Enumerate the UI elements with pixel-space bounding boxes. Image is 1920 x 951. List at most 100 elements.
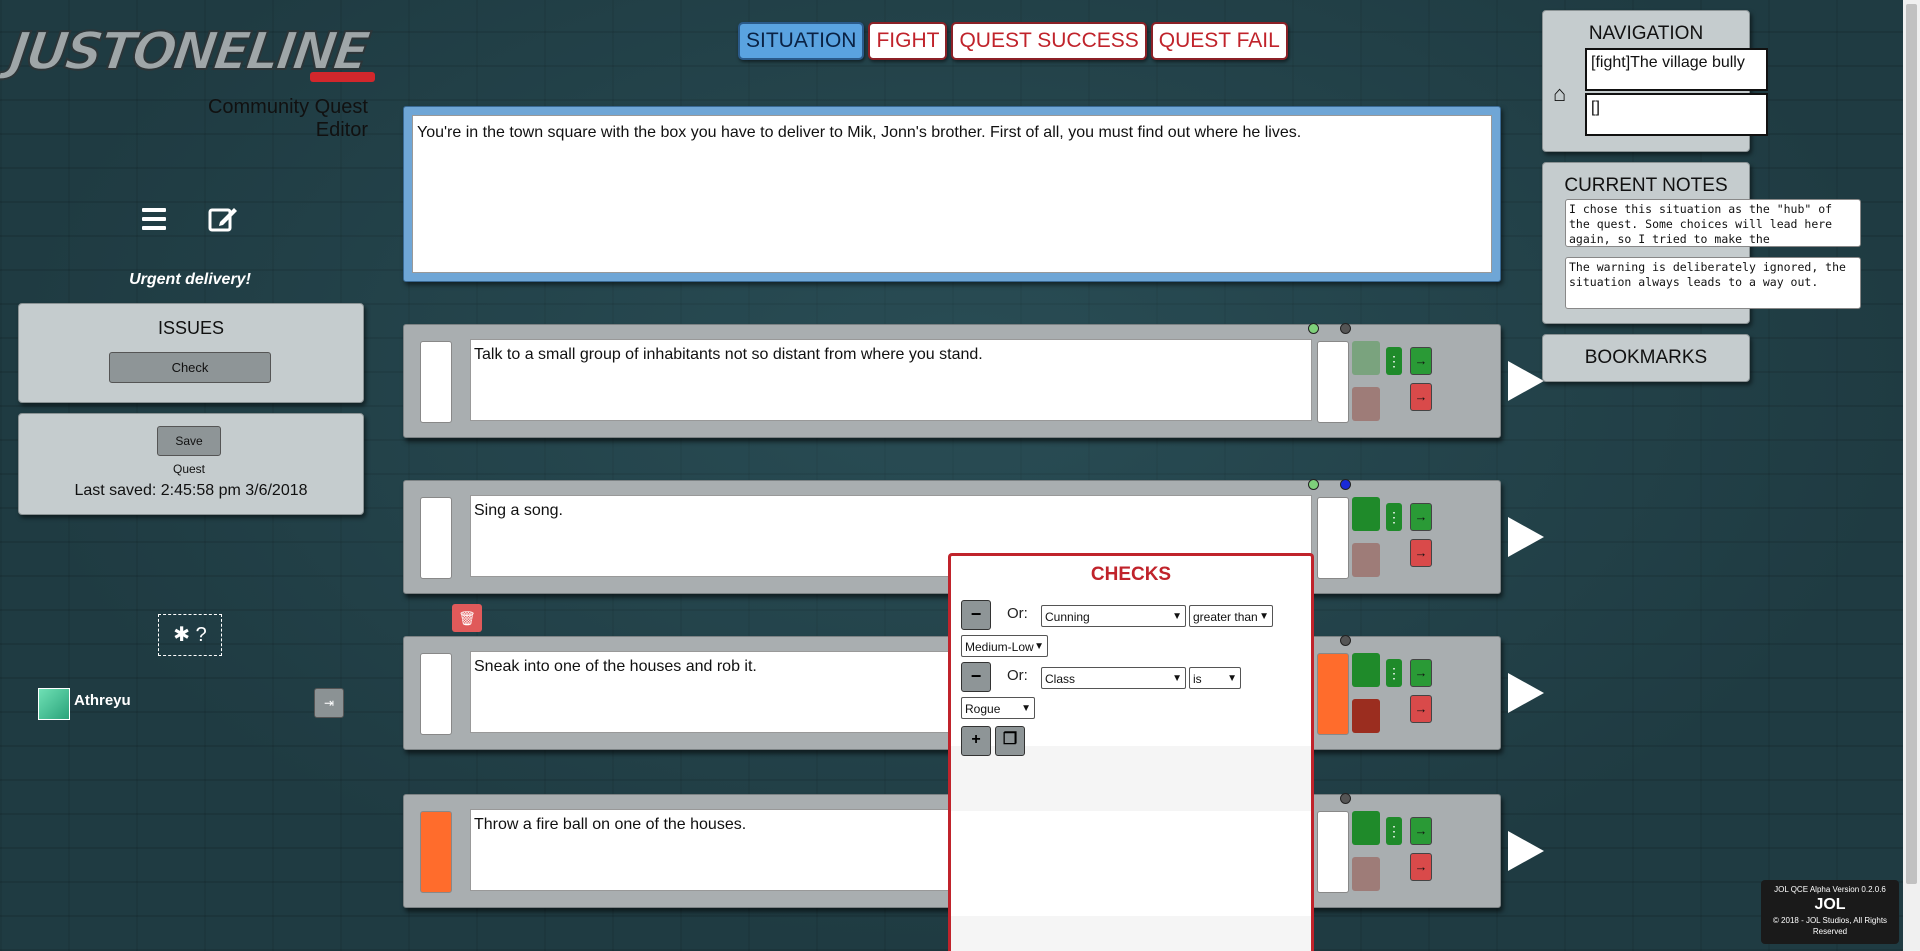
status-dot — [1340, 323, 1351, 334]
choice-mid-color[interactable] — [1317, 497, 1349, 579]
tab-quest-fail[interactable]: QUEST FAIL — [1150, 22, 1288, 60]
caret-down-icon: ▼ — [1172, 673, 1182, 684]
remove-check-button[interactable]: − — [961, 662, 991, 692]
bookmarks-panel[interactable]: BOOKMARKS — [1542, 334, 1750, 382]
success-link-arrow-icon[interactable]: → — [1410, 503, 1432, 531]
fail-indicator[interactable] — [1352, 857, 1380, 891]
caret-down-icon: ▼ — [1034, 641, 1044, 652]
caret-down-icon: ▼ — [1227, 673, 1237, 684]
trash-icon[interactable]: 🗑 — [452, 604, 482, 632]
play-arrow-icon[interactable] — [1508, 673, 1544, 713]
operator-value: greater than — [1193, 610, 1258, 624]
status-dot — [1340, 635, 1351, 646]
choice-text[interactable]: Talk to a small group of inhabitants not… — [470, 339, 1312, 421]
situation-panel: You're in the town square with the box y… — [403, 106, 1501, 282]
nav-item[interactable]: [] — [1585, 93, 1768, 136]
choice-mid-color[interactable] — [1317, 811, 1349, 893]
tab-bar: SITUATION FIGHT QUEST SUCCESS QUEST FAIL — [738, 22, 1292, 60]
save-panel: Save Quest Last saved: 2:45:58 pm 3/6/20… — [18, 413, 364, 515]
caret-down-icon: ▼ — [1021, 703, 1031, 714]
status-dot — [1308, 479, 1319, 490]
bookmarks-title: BOOKMARKS — [1584, 347, 1708, 368]
situation-text[interactable]: You're in the town square with the box y… — [412, 115, 1492, 273]
fail-link-arrow-icon[interactable]: → — [1410, 853, 1432, 881]
or-label: Or: — [1007, 605, 1028, 622]
note-text-2[interactable]: The warning is deliberately ignored, the… — [1565, 257, 1861, 309]
operator-select[interactable]: is ▼ — [1189, 667, 1241, 689]
choice-mid-color[interactable] — [1317, 653, 1349, 735]
play-arrow-icon[interactable] — [1508, 361, 1544, 401]
fail-indicator[interactable] — [1352, 699, 1380, 733]
bug-help-glyphs[interactable]: ✱ ? — [173, 624, 206, 646]
value-value: Rogue — [965, 702, 1001, 716]
username: Athreyu — [74, 692, 131, 709]
operator-select[interactable]: greater than ▼ — [1189, 605, 1273, 627]
logout-icon[interactable]: ⇥ — [314, 688, 344, 718]
version-badge: JOL QCE Alpha Version 0.2.0.6 JOL © 2018… — [1761, 880, 1899, 944]
logo: JUSTONELINE — [5, 21, 375, 100]
attribute-select[interactable]: Class ▼ — [1041, 667, 1186, 689]
attribute-value: Class — [1045, 672, 1076, 686]
navigation-title: NAVIGATION — [1588, 23, 1704, 44]
nav-item[interactable]: [fight]The village bully — [1585, 48, 1768, 91]
fail-link-arrow-icon[interactable]: → — [1410, 539, 1432, 567]
add-check-button[interactable]: + — [961, 726, 991, 756]
value-select[interactable]: Rogue ▼ — [961, 697, 1035, 719]
attribute-select[interactable]: Cunning ▼ — [1041, 605, 1186, 627]
fail-link-arrow-icon[interactable]: → — [1410, 695, 1432, 723]
success-indicator[interactable] — [1352, 653, 1380, 687]
copy-icon[interactable]: ❐ — [995, 726, 1025, 756]
check-button[interactable]: Check — [109, 352, 271, 383]
choice-mid-color[interactable] — [1317, 341, 1349, 423]
success-indicator[interactable] — [1352, 341, 1380, 375]
bug-help-buttons[interactable]: ✱ ? — [158, 614, 222, 656]
more-options-icon[interactable]: ⋮ — [1386, 503, 1402, 531]
save-quest-button[interactable]: Save Quest — [157, 426, 221, 476]
success-link-arrow-icon[interactable]: → — [1410, 817, 1432, 845]
more-options-icon[interactable]: ⋮ — [1386, 659, 1402, 687]
caret-down-icon: ▼ — [1172, 611, 1182, 622]
success-indicator[interactable] — [1352, 811, 1380, 845]
logo-underline — [310, 72, 375, 82]
success-indicator[interactable] — [1352, 497, 1380, 531]
fail-indicator[interactable] — [1352, 387, 1380, 421]
choice-left-color[interactable] — [420, 811, 452, 893]
version-text: JOL QCE Alpha Version 0.2.0.6 — [1774, 885, 1886, 894]
success-link-arrow-icon[interactable]: → — [1410, 347, 1432, 375]
choice-left-color[interactable] — [420, 497, 452, 579]
play-arrow-icon[interactable] — [1508, 517, 1544, 557]
tab-fight[interactable]: FIGHT — [868, 22, 948, 60]
navigation-panel: NAVIGATION ⌂ [fight]The village bully [] — [1542, 10, 1768, 152]
edit-icon[interactable] — [208, 205, 238, 238]
note-text-1[interactable]: I chose this situation as the "hub" of t… — [1565, 199, 1861, 247]
menu-icon[interactable] — [142, 208, 166, 230]
or-label: Or: — [1007, 667, 1028, 684]
checks-title: CHECKS — [1090, 564, 1172, 585]
success-link-arrow-icon[interactable]: → — [1410, 659, 1432, 687]
caret-down-icon: ▼ — [1259, 611, 1269, 622]
checks-popup: CHECKS − Or: Cunning ▼ greater than ▼ Medi… — [948, 553, 1314, 951]
choice-left-color[interactable] — [420, 341, 452, 423]
home-icon[interactable]: ⌂ — [1553, 81, 1566, 107]
issues-title: ISSUES — [157, 318, 225, 338]
tab-quest-success[interactable]: QUEST SUCCESS — [951, 22, 1147, 60]
quest-title: Urgent delivery! — [129, 271, 251, 288]
fail-link-arrow-icon[interactable]: → — [1410, 383, 1432, 411]
fail-indicator[interactable] — [1352, 543, 1380, 577]
avatar[interactable] — [38, 688, 70, 720]
more-options-icon[interactable]: ⋮ — [1386, 817, 1402, 845]
issues-panel: ISSUES Check — [18, 303, 364, 403]
attribute-value: Cunning — [1045, 610, 1090, 624]
choice-card: Talk to a small group of inhabitants not… — [403, 323, 1544, 438]
vertical-scrollbar[interactable] — [1903, 0, 1920, 951]
more-options-icon[interactable]: ⋮ — [1386, 347, 1402, 375]
play-arrow-icon[interactable] — [1508, 831, 1544, 871]
tab-situation[interactable]: SITUATION — [738, 22, 865, 60]
app-subtitle: Community Quest Editor — [207, 96, 368, 141]
scrollbar-thumb[interactable] — [1906, 4, 1917, 884]
remove-check-button[interactable]: − — [961, 600, 991, 630]
copyright-text: © 2018 - JOL Studios, All Rights Reserve… — [1772, 916, 1888, 936]
value-select[interactable]: Medium-Low ▼ — [961, 635, 1048, 657]
choice-left-color[interactable] — [420, 653, 452, 735]
last-saved-text: Last saved: 2:45:58 pm 3/6/2018 — [74, 482, 308, 499]
